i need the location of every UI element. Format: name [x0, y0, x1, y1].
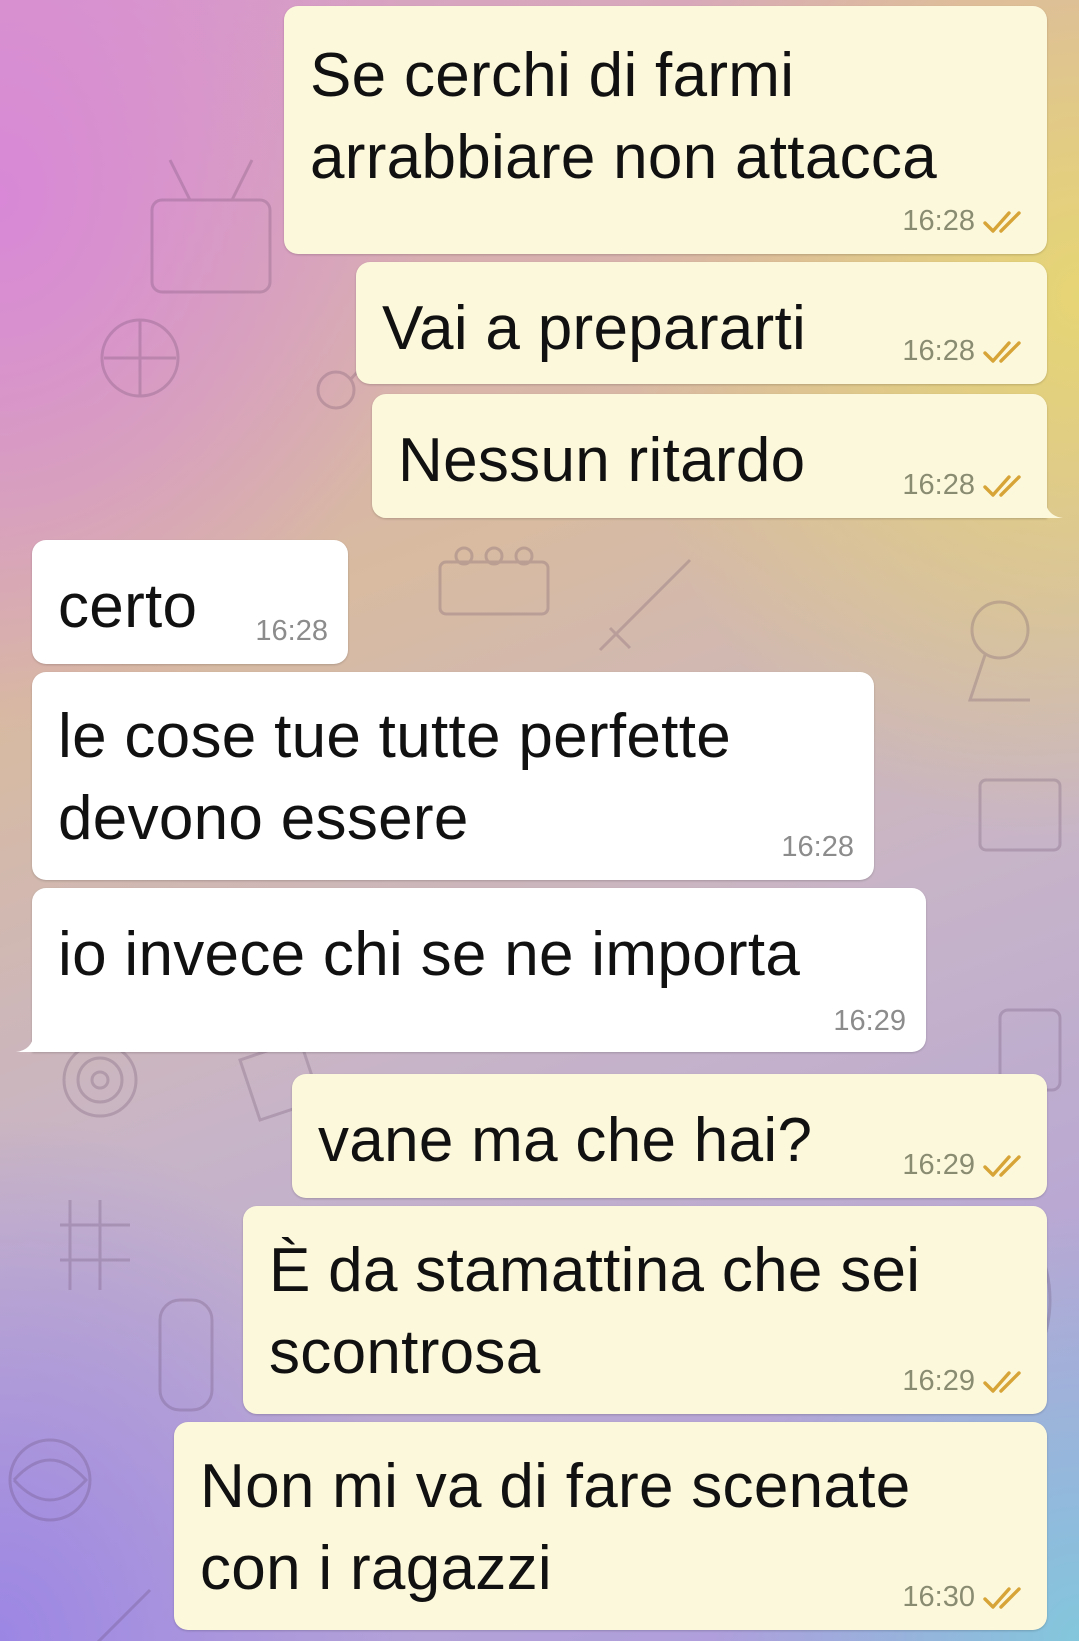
- double-check-icon: [983, 210, 1027, 234]
- message-text-line: scontrosa: [269, 1318, 541, 1387]
- message-time: 16:28: [902, 205, 975, 237]
- message-text-line: devono essere: [58, 784, 469, 853]
- message-text-line: le cose tue tutte perfette: [58, 702, 731, 771]
- message-bubble-incoming[interactable]: le cose tue tutte perfette devono essere…: [32, 672, 874, 880]
- message-bubble-outgoing[interactable]: È da stamattina che sei scontrosa 16:29: [243, 1206, 1047, 1414]
- message-text-line: Nessun ritardo: [398, 426, 806, 495]
- message-bubble-outgoing[interactable]: Se cerchi di farmi arrabbiare non attacc…: [284, 6, 1047, 254]
- message-time: 16:28: [255, 615, 328, 647]
- message-meta: 16:28: [255, 615, 328, 648]
- double-check-icon: [983, 1586, 1027, 1610]
- bubble-tail: [1045, 500, 1063, 518]
- message-time: 16:29: [902, 1149, 975, 1181]
- message-bubble-outgoing[interactable]: Nessun ritardo 16:28: [372, 394, 1063, 518]
- message-meta: 16:28: [902, 469, 1027, 502]
- message-meta: 16:28: [781, 831, 854, 864]
- double-check-icon: [983, 474, 1027, 498]
- double-check-icon: [983, 1370, 1027, 1394]
- message-time: 16:29: [833, 1005, 906, 1037]
- message-text-line: Vai a prepararti: [382, 294, 807, 363]
- double-check-icon: [983, 340, 1027, 364]
- message-meta: 16:29: [833, 1005, 906, 1038]
- message-bubble-outgoing[interactable]: Vai a prepararti 16:28: [356, 262, 1047, 384]
- message-text-line: È da stamattina che sei: [269, 1236, 921, 1305]
- message-text-line: certo: [58, 572, 198, 641]
- message-time: 16:29: [902, 1365, 975, 1397]
- message-text-line: arrabbiare non attacca: [310, 123, 937, 192]
- message-bubble-incoming[interactable]: io invece chi se ne importa 16:29: [16, 888, 926, 1052]
- message-text-line: vane ma che hai?: [318, 1106, 813, 1175]
- double-check-icon: [983, 1154, 1027, 1178]
- message-time: 16:30: [902, 1581, 975, 1613]
- message-bubble-outgoing[interactable]: Non mi va di fare scenate con i ragazzi …: [174, 1422, 1047, 1630]
- message-text-line: Se cerchi di farmi: [310, 41, 795, 110]
- message-text-line: Non mi va di fare scenate: [200, 1452, 911, 1521]
- message-bubble-outgoing[interactable]: vane ma che hai? 16:29: [292, 1074, 1047, 1198]
- message-meta: 16:28: [902, 335, 1027, 368]
- bubble-tail: [16, 1034, 34, 1052]
- message-text-line: io invece chi se ne importa: [58, 920, 801, 989]
- message-text-line: con i ragazzi: [200, 1534, 552, 1603]
- message-meta: 16:29: [902, 1365, 1027, 1398]
- message-time: 16:28: [902, 335, 975, 367]
- message-time: 16:28: [781, 831, 854, 863]
- message-meta: 16:29: [902, 1149, 1027, 1182]
- message-bubble-incoming[interactable]: certo 16:28: [32, 540, 348, 664]
- message-time: 16:28: [902, 469, 975, 501]
- message-meta: 16:30: [902, 1581, 1027, 1614]
- message-meta: 16:28: [902, 205, 1027, 238]
